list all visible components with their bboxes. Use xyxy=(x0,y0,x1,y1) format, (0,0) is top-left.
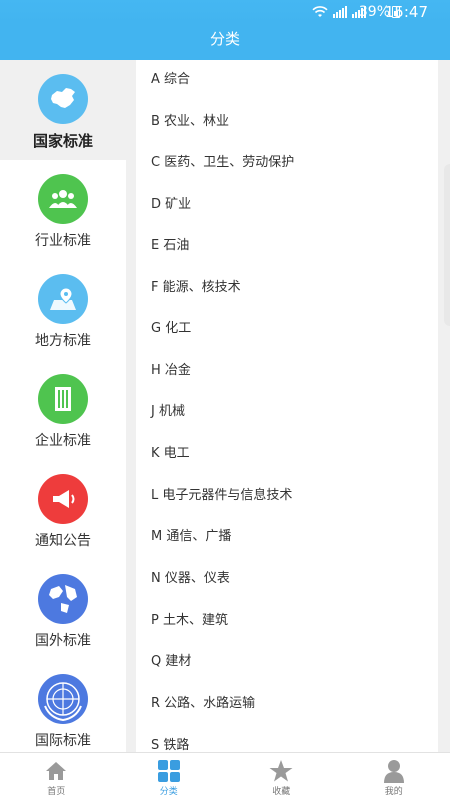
tab-home[interactable]: 首页 xyxy=(0,753,113,800)
page-title: 分类 xyxy=(0,24,450,60)
signal-icon xyxy=(333,6,347,18)
list-item[interactable]: J 机械 xyxy=(151,402,185,422)
sidebar-item-label: 通知公告 xyxy=(35,533,91,549)
sidebar-item-label: 国际标准 xyxy=(35,733,91,749)
sidebar-item-label: 地方标准 xyxy=(35,333,91,349)
list-item[interactable]: B 农业、林业 xyxy=(151,112,229,132)
category-sidebar: 国家标准 行业标准 地方标准 企业标准 通知公告 国外标准 国际标准 xyxy=(0,60,126,752)
list-item[interactable]: A 综合 xyxy=(151,70,190,90)
sidebar-item-notice[interactable]: 通知公告 xyxy=(0,460,126,560)
building-icon xyxy=(38,374,88,424)
globe-icon xyxy=(38,574,88,624)
list-item[interactable]: D 矿业 xyxy=(151,195,191,215)
tab-label: 分类 xyxy=(159,787,178,797)
list-item[interactable]: Q 建材 xyxy=(151,652,191,672)
list-item[interactable]: G 化工 xyxy=(151,319,191,339)
megaphone-icon xyxy=(38,474,88,524)
list-item[interactable]: S 铁路 xyxy=(151,736,189,752)
tab-label: 收藏 xyxy=(272,787,291,797)
star-icon xyxy=(269,760,293,782)
clock: 15:47 xyxy=(384,3,428,21)
list-item[interactable]: N 仪器、仪表 xyxy=(151,569,230,589)
sidebar-item-international[interactable]: 国际标准 xyxy=(0,660,126,760)
list-item[interactable]: C 医药、卫生、劳动保护 xyxy=(151,153,294,173)
home-icon xyxy=(46,762,67,780)
china-map-icon xyxy=(38,74,88,124)
map-pin-icon xyxy=(38,274,88,324)
sidebar-item-label: 行业标准 xyxy=(35,233,91,249)
sidebar-item-enterprise[interactable]: 企业标准 xyxy=(0,360,126,460)
bottom-nav: 首页 分类 收藏 我的 xyxy=(0,752,450,800)
sidebar-item-label: 国外标准 xyxy=(35,633,91,649)
sidebar-item-industry[interactable]: 行业标准 xyxy=(0,160,126,260)
grid-icon xyxy=(157,760,180,782)
person-icon xyxy=(383,760,404,783)
sidebar-item-label: 企业标准 xyxy=(35,433,91,449)
list-item[interactable]: L 电子元器件与信息技术 xyxy=(151,486,292,506)
tab-label: 首页 xyxy=(47,787,66,797)
sidebar-item-label: 国家标准 xyxy=(32,132,93,150)
list-item[interactable]: R 公路、水路运输 xyxy=(151,694,255,714)
group-icon xyxy=(38,174,88,224)
sidebar-item-local[interactable]: 地方标准 xyxy=(0,260,126,360)
wifi-icon xyxy=(312,6,328,17)
sidebar-item-national[interactable]: 国家标准 xyxy=(0,60,126,160)
scrollbar[interactable] xyxy=(444,164,450,326)
tab-label: 我的 xyxy=(384,787,403,797)
un-emblem-icon xyxy=(38,674,88,724)
tab-favorites[interactable]: 收藏 xyxy=(225,753,338,800)
category-list: A 综合 B 农业、林业 C 医药、卫生、劳动保护 D 矿业 E 石油 F 能源… xyxy=(136,60,438,752)
tab-category[interactable]: 分类 xyxy=(113,753,226,800)
list-item[interactable]: K 电工 xyxy=(151,444,190,464)
list-item[interactable]: F 能源、核技术 xyxy=(151,278,241,298)
list-item[interactable]: M 通信、广播 xyxy=(151,527,231,547)
tab-mine[interactable]: 我的 xyxy=(338,753,450,800)
list-item[interactable]: E 石油 xyxy=(151,236,189,256)
sidebar-item-foreign[interactable]: 国外标准 xyxy=(0,560,126,660)
list-item[interactable]: H 冶金 xyxy=(151,361,191,381)
status-bar: 39% 15:47 xyxy=(0,0,450,24)
list-item[interactable]: P 土木、建筑 xyxy=(151,611,228,631)
